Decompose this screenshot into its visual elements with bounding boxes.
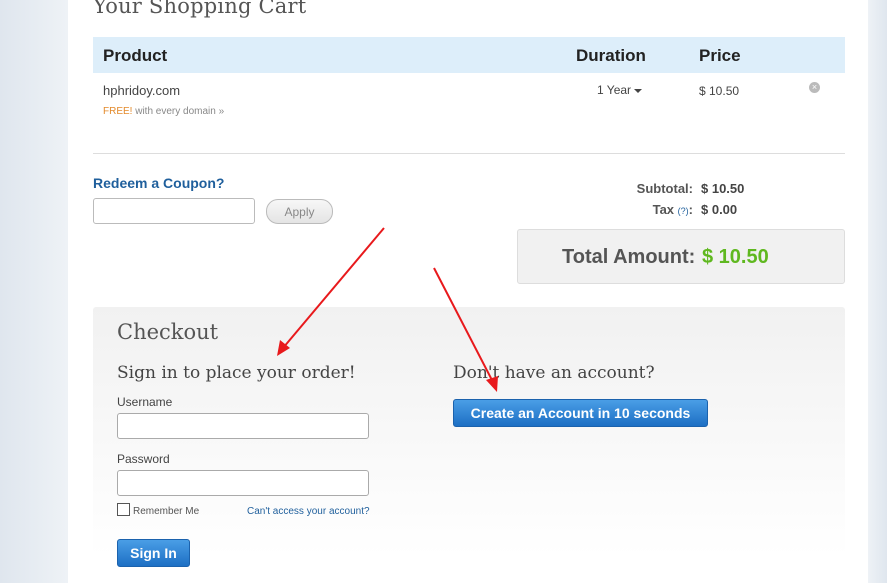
cart-table-header: Product Duration Price — [93, 37, 845, 73]
forgot-account-link[interactable]: Can't access your account? — [247, 506, 370, 517]
cart-item-name: hphridoy.com — [103, 83, 181, 98]
tax-help-link[interactable]: (?) — [678, 206, 689, 216]
tax-label: Tax (?): — [568, 202, 693, 217]
tax-colon: : — [688, 202, 693, 217]
total-amount-value: $ 10.50 — [702, 246, 769, 268]
password-label: Password — [117, 452, 170, 466]
coupon-input[interactable] — [93, 198, 255, 224]
checkout-title: Checkout — [117, 320, 219, 344]
caret-down-icon — [634, 88, 643, 93]
cart-item-promo[interactable]: FREE! with every domain » — [103, 106, 224, 117]
sign-in-button[interactable]: Sign In — [117, 539, 190, 567]
cart-item-price: $ 10.50 — [699, 84, 740, 98]
password-input[interactable] — [117, 470, 369, 496]
no-account-heading: Don't have an account? — [453, 363, 655, 383]
tax-label-text: Tax — [652, 202, 675, 217]
column-header-product: Product — [103, 46, 168, 65]
close-circle-icon[interactable]: × — [809, 82, 820, 93]
duration-value: 1 Year — [597, 83, 632, 97]
checkout-panel: Checkout Sign in to place your order! Do… — [93, 307, 845, 583]
remember-me-checkbox[interactable] — [117, 503, 130, 516]
signin-heading: Sign in to place your order! — [117, 363, 356, 383]
username-label: Username — [117, 395, 173, 409]
duration-dropdown[interactable]: 1 Year — [597, 83, 643, 97]
subtotal-label: Subtotal: — [636, 181, 693, 196]
subtotal-value: $ 10.50 — [701, 181, 745, 196]
username-input[interactable] — [117, 413, 369, 439]
cart-page: Your Shopping Cart Product Duration Pric… — [68, 0, 868, 583]
column-header-price: Price — [699, 46, 741, 65]
promo-free-text: with every domain » — [132, 106, 225, 117]
column-header-duration: Duration — [576, 46, 646, 65]
page-title: Your Shopping Cart — [93, 0, 307, 18]
remember-me-label: Remember Me — [133, 506, 200, 517]
total-amount-label: Total Amount: — [562, 246, 696, 268]
apply-coupon-button[interactable]: Apply — [266, 199, 333, 224]
create-account-button[interactable]: Create an Account in 10 seconds — [453, 399, 708, 427]
total-amount-box: Total Amount: $ 10.50 — [517, 229, 845, 284]
divider — [93, 153, 845, 154]
promo-free-label: FREE! — [103, 106, 133, 117]
tax-value: $ 0.00 — [701, 202, 738, 217]
coupon-label: Redeem a Coupon? — [93, 175, 225, 191]
